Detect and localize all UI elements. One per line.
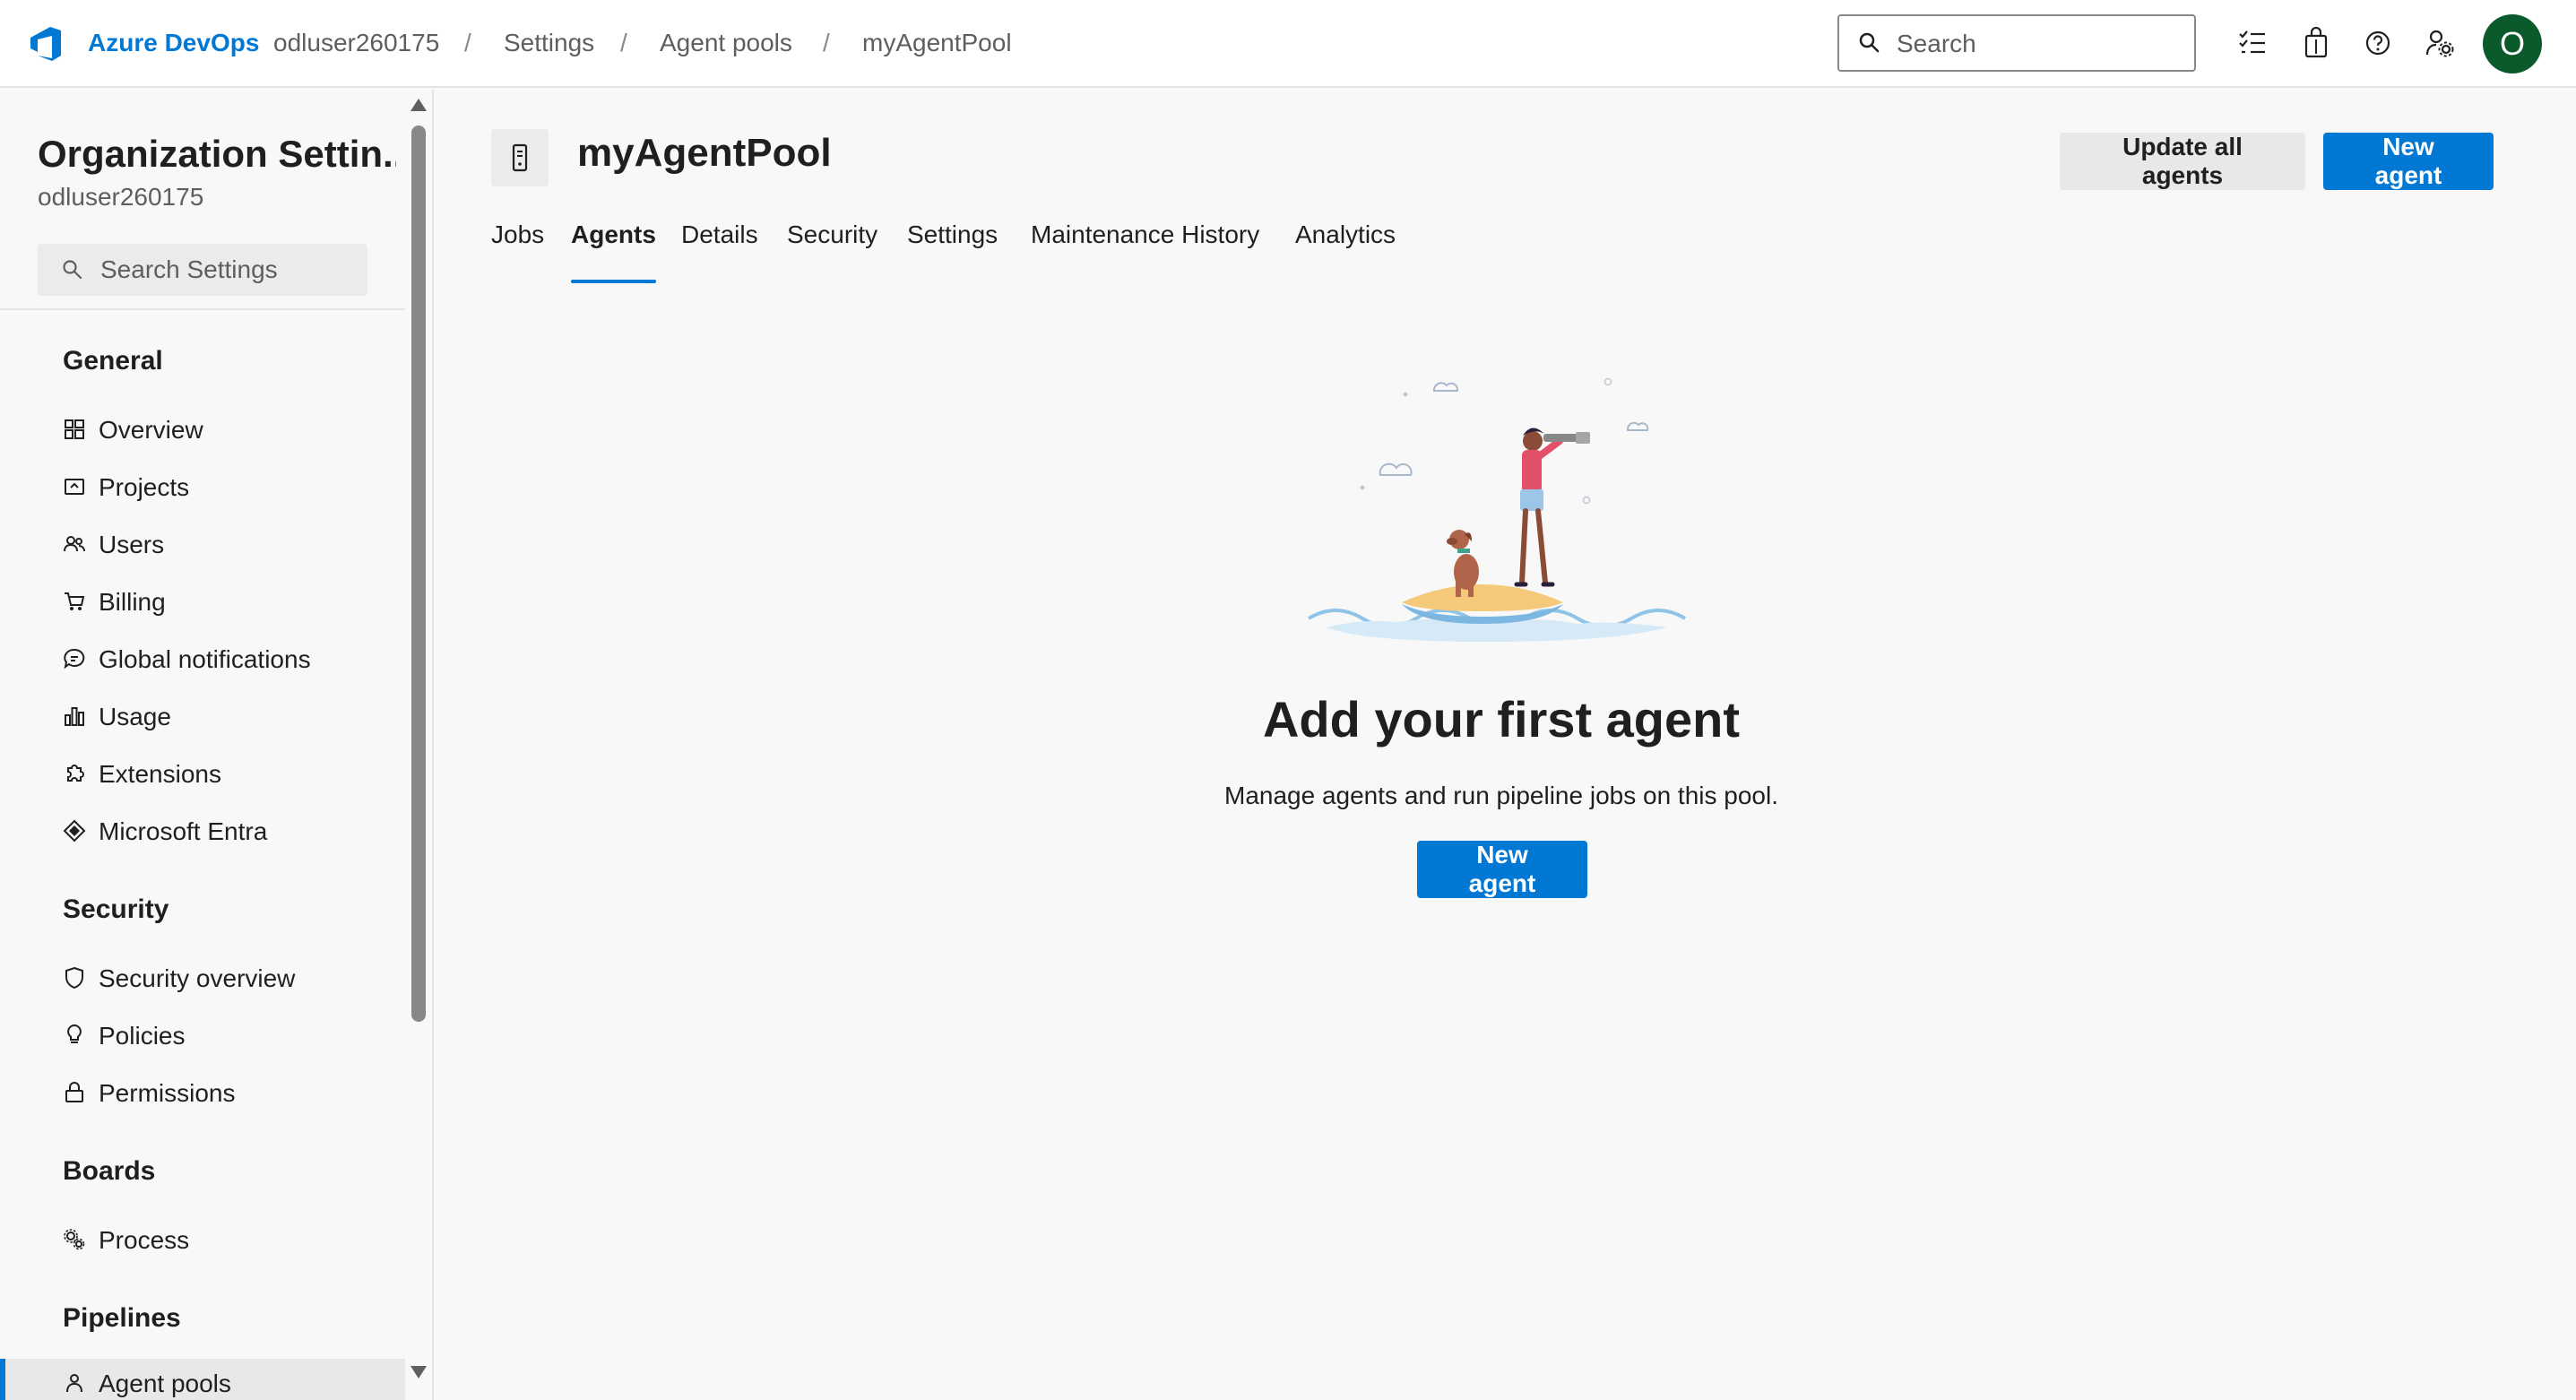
- shield-icon: [65, 966, 83, 990]
- sidebar-item-agent-pools[interactable]: Agent pools: [0, 1359, 405, 1400]
- sidebar-item-label: Security overview: [99, 964, 296, 992]
- empty-state-title: Add your first agent: [1262, 691, 1741, 748]
- sidebar-item-label: Billing: [99, 588, 166, 616]
- shopping-cart-icon: [65, 592, 85, 610]
- breadcrumb-organization[interactable]: odluser260175: [273, 29, 439, 57]
- usage-chart-icon: [65, 707, 84, 726]
- tab-analytics[interactable]: Analytics: [1295, 220, 1396, 283]
- process-gears-icon: [64, 1229, 85, 1250]
- tab-settings[interactable]: Settings: [907, 220, 998, 283]
- overview-icon: [65, 419, 84, 439]
- global-search[interactable]: [1837, 14, 2196, 72]
- sidebar-item-label: Permissions: [99, 1079, 236, 1107]
- sidebar-item-extensions[interactable]: Extensions: [0, 749, 405, 799]
- empty-state-new-agent-button[interactable]: New agent: [1417, 841, 1587, 898]
- tab-details[interactable]: Details: [681, 220, 758, 283]
- lock-icon: [65, 1082, 83, 1102]
- tab-agents[interactable]: Agents: [571, 220, 656, 283]
- sidebar-item-label: Process: [99, 1226, 190, 1254]
- tab-security[interactable]: Security: [787, 220, 877, 283]
- empty-state-subtitle: Manage agents and run pipeline jobs on t…: [1224, 782, 1778, 809]
- settings-search[interactable]: [38, 244, 367, 296]
- breadcrumb-agent-pool[interactable]: myAgentPool: [862, 29, 1012, 57]
- marketplace-bag-icon[interactable]: [2298, 25, 2334, 61]
- page-title: myAgentPool: [577, 131, 832, 175]
- settings-sidebar: Organization Settin... odluser260175 Gen…: [0, 90, 434, 1400]
- tab-maintenance-history[interactable]: Maintenance History: [1031, 220, 1259, 283]
- search-icon: [63, 260, 82, 280]
- tab-jobs[interactable]: Jobs: [491, 220, 544, 283]
- sidebar-item-label: Agent pools: [99, 1370, 231, 1397]
- help-icon[interactable]: [2360, 25, 2396, 61]
- sidebar-item-label: Users: [99, 531, 165, 558]
- empty-state-illustration: [1307, 377, 1687, 642]
- sidebar-item-label: Extensions: [99, 760, 221, 788]
- breadcrumb-separator: /: [620, 29, 627, 56]
- breadcrumb-separator: /: [464, 29, 471, 56]
- sidebar-subtitle: odluser260175: [38, 183, 204, 211]
- scrollbar-thumb[interactable]: [411, 125, 426, 1022]
- sidebar-item-microsoft-entra[interactable]: Microsoft Entra: [0, 807, 405, 857]
- chat-bubble-icon: [64, 648, 85, 670]
- breadcrumb-separator: /: [823, 29, 830, 56]
- user-settings-icon[interactable]: [2422, 25, 2458, 61]
- sidebar-item-label: Policies: [99, 1022, 186, 1050]
- sidebar-item-label: Overview: [99, 416, 203, 444]
- new-agent-button[interactable]: New agent: [2323, 133, 2494, 190]
- azure-devops-logo-icon[interactable]: [25, 23, 65, 63]
- agent-pools-icon: [66, 1374, 82, 1393]
- brand-link[interactable]: Azure DevOps: [88, 29, 259, 57]
- top-bar: Azure DevOps odluser260175 / Settings / …: [0, 0, 2576, 88]
- settings-search-input[interactable]: [100, 255, 360, 285]
- sidebar-item-overview[interactable]: Overview: [0, 405, 405, 455]
- puzzle-piece-icon: [67, 765, 84, 782]
- update-all-agents-button[interactable]: Update all agents: [2060, 133, 2305, 190]
- sidebar-item-projects[interactable]: Projects: [0, 462, 405, 513]
- sidebar-item-users[interactable]: Users: [0, 520, 405, 570]
- search-icon: [1859, 32, 1880, 53]
- user-avatar[interactable]: O: [2483, 14, 2542, 73]
- sidebar-item-process[interactable]: Process: [0, 1215, 405, 1266]
- section-heading-pipelines: Pipelines: [63, 1303, 181, 1333]
- section-heading-boards: Boards: [63, 1156, 156, 1186]
- sidebar-item-label: Usage: [99, 703, 171, 730]
- sidebar-item-global-notifications[interactable]: Global notifications: [0, 635, 405, 685]
- entra-diamond-icon: [63, 819, 86, 843]
- sidebar-item-label: Projects: [99, 473, 190, 501]
- scroll-down-arrow-icon[interactable]: [411, 1366, 427, 1378]
- sidebar-scrollbar[interactable]: [405, 90, 432, 1400]
- agent-pool-icon: [491, 129, 549, 186]
- lightbulb-icon: [67, 1024, 82, 1043]
- section-heading-security: Security: [63, 894, 169, 924]
- sidebar-item-security-overview[interactable]: Security overview: [0, 954, 405, 1004]
- sidebar-item-policies[interactable]: Policies: [0, 1011, 405, 1061]
- sidebar-item-label: Global notifications: [99, 645, 311, 673]
- projects-icon: [65, 479, 84, 495]
- global-search-input[interactable]: [1897, 27, 2183, 61]
- sidebar-item-usage[interactable]: Usage: [0, 692, 405, 742]
- task-list-icon[interactable]: [2235, 25, 2270, 61]
- breadcrumb-agent-pools[interactable]: Agent pools: [660, 29, 792, 57]
- section-heading-general: General: [63, 346, 163, 376]
- sidebar-item-billing[interactable]: Billing: [0, 577, 405, 627]
- sidebar-item-label: Microsoft Entra: [99, 817, 268, 845]
- sidebar-divider: [0, 308, 405, 310]
- breadcrumb-settings[interactable]: Settings: [504, 29, 594, 57]
- scroll-up-arrow-icon[interactable]: [411, 99, 427, 111]
- users-icon: [64, 536, 85, 552]
- sidebar-title: Organization Settin...: [38, 133, 396, 175]
- sidebar-item-permissions[interactable]: Permissions: [0, 1068, 405, 1119]
